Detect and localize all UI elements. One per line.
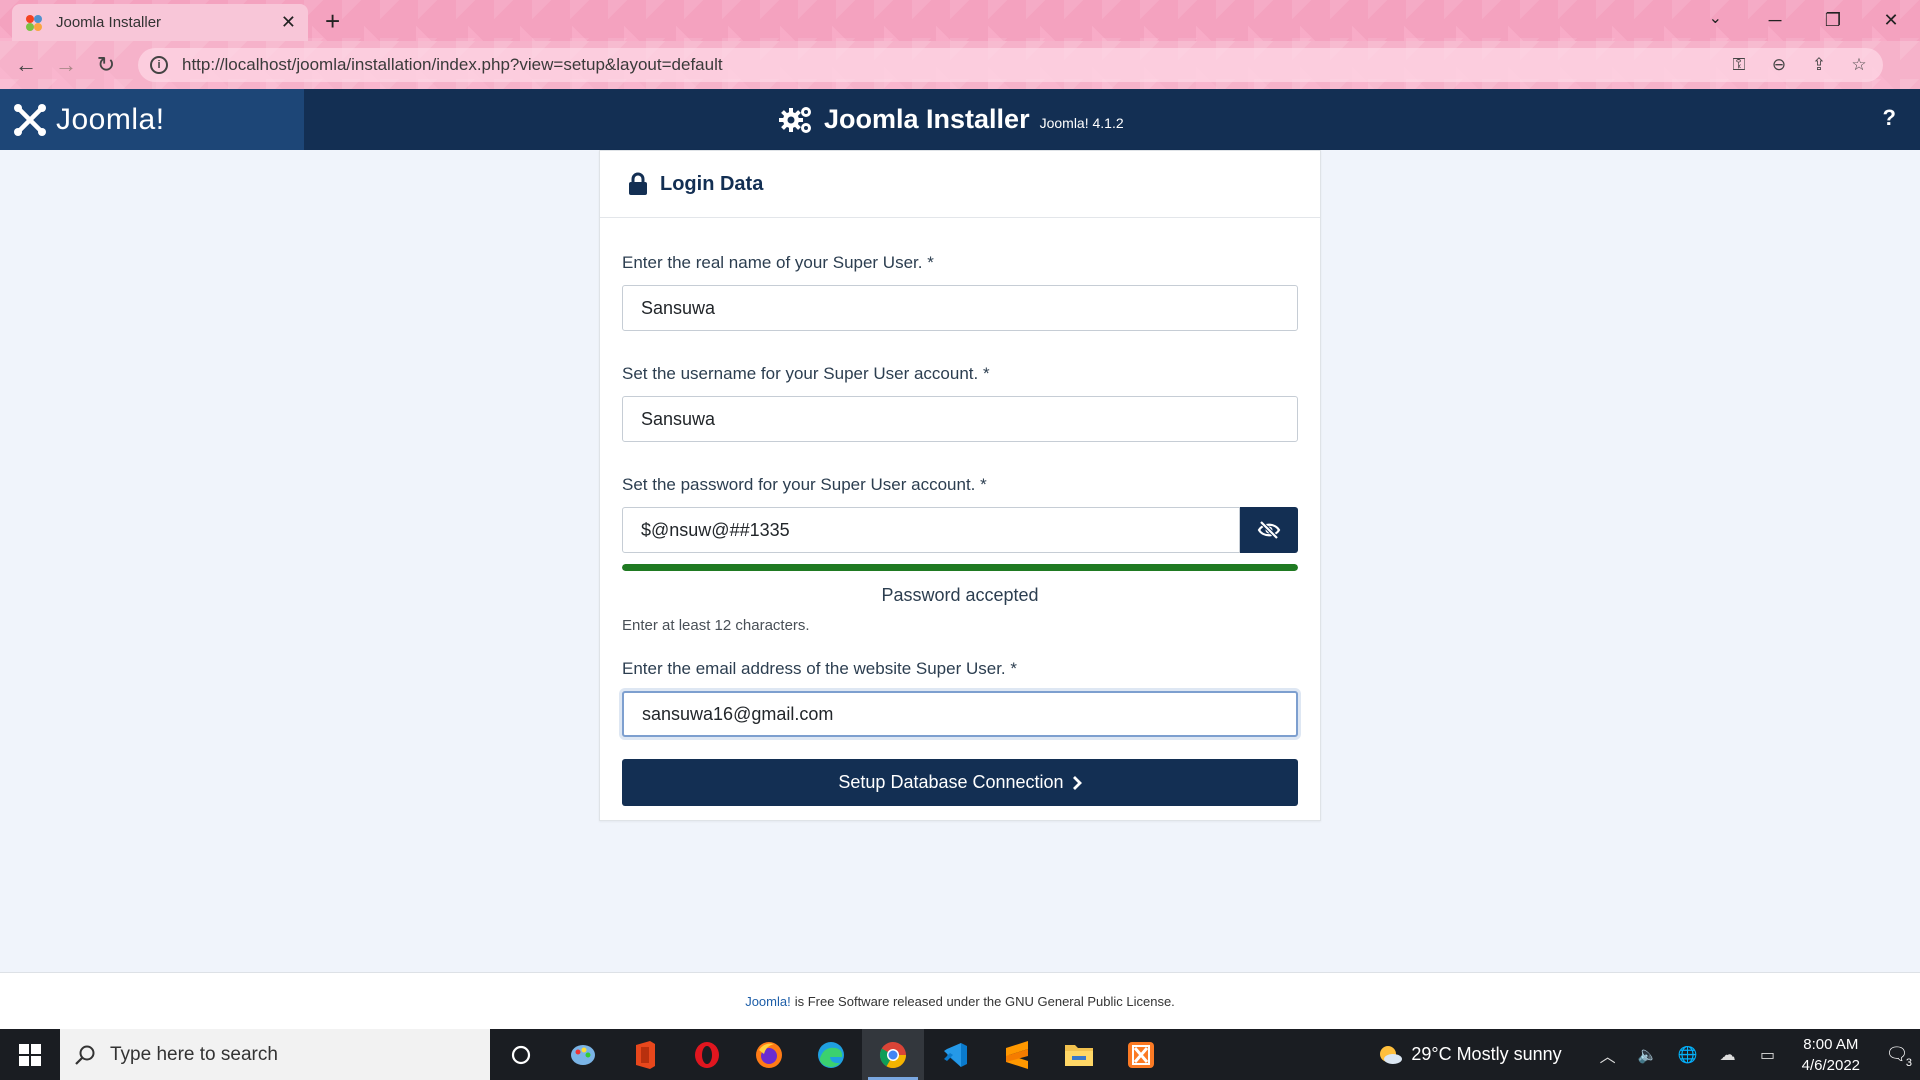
installer-title: Joomla Installer xyxy=(824,104,1030,134)
password-strength-meter xyxy=(622,564,1298,571)
help-button[interactable]: ? xyxy=(1883,105,1896,131)
volume-icon[interactable]: 🔈 xyxy=(1628,1045,1668,1065)
taskbar-apps xyxy=(490,1029,1172,1080)
chrome-browser-icon[interactable] xyxy=(862,1029,924,1080)
email-label: Enter the email address of the website S… xyxy=(622,659,1017,678)
browser-titlebar: Joomla Installer ✕ + ⌄ ─ ❐ ✕ xyxy=(0,0,1920,41)
back-arrow-icon[interactable]: ← xyxy=(6,52,46,78)
opera-browser-icon[interactable] xyxy=(676,1029,738,1080)
password-input[interactable] xyxy=(622,507,1240,553)
login-data-card: Login Data Enter the real name of your S… xyxy=(599,150,1321,821)
password-strength-text: Password accepted xyxy=(881,585,1039,605)
tab-close-icon[interactable]: ✕ xyxy=(281,12,296,33)
joomla-footer-link[interactable]: Joomla! xyxy=(745,994,791,1009)
weather-widget[interactable]: 29°C Mostly sunny xyxy=(1377,1044,1562,1066)
realname-label: Enter the real name of your Super User. … xyxy=(622,253,934,272)
start-button[interactable] xyxy=(0,1029,60,1080)
key-icon[interactable]: ⚿ xyxy=(1721,55,1757,75)
share-icon[interactable]: ⇪ xyxy=(1801,55,1837,75)
forward-arrow-icon[interactable]: → xyxy=(46,52,86,78)
address-bar[interactable]: i http://localhost/joomla/installation/i… xyxy=(138,48,1883,82)
browser-toolbar: ← → ↻ i http://localhost/joomla/installa… xyxy=(0,41,1920,89)
version-label: Joomla! 4.1.2 xyxy=(1039,114,1124,131)
minimize-icon[interactable]: ─ xyxy=(1746,0,1804,40)
notification-count: 3 xyxy=(1905,1057,1912,1069)
password-label: Set the password for your Super User acc… xyxy=(622,475,987,494)
submit-button-label: Setup Database Connection xyxy=(838,772,1064,792)
window-controls: ─ ❐ ✕ xyxy=(1746,0,1920,40)
cogs-icon xyxy=(779,106,811,133)
email-input[interactable] xyxy=(622,691,1298,737)
site-info-icon[interactable]: i xyxy=(150,56,168,74)
installer-title-group: Joomla Installer Joomla! 4.1.2 xyxy=(778,89,1124,150)
password-strength-fill xyxy=(622,564,1298,571)
joomla-logo[interactable]: Joomla! xyxy=(0,89,304,150)
page-footer: Joomla! is Free Software released under … xyxy=(0,972,1920,1029)
paint-app-icon[interactable] xyxy=(552,1029,614,1080)
taskbar-clock[interactable]: 8:00 AM 4/6/2022 xyxy=(1802,1034,1860,1076)
toggle-password-visibility-button[interactable] xyxy=(1240,507,1298,553)
url-text[interactable]: http://localhost/joomla/installation/ind… xyxy=(182,55,723,75)
office-app-icon[interactable] xyxy=(614,1029,676,1080)
onedrive-cloud-icon[interactable]: ☁ xyxy=(1708,1045,1748,1065)
taskbar-search-placeholder: Type here to search xyxy=(110,1043,278,1065)
search-icon xyxy=(75,1045,95,1065)
realname-input[interactable] xyxy=(622,285,1298,331)
joomla-header: Joomla! Joomla Installer Joomla! 4.1.2 ? xyxy=(0,89,1920,150)
windows-logo-icon xyxy=(19,1043,41,1066)
weather-text: 29°C Mostly sunny xyxy=(1411,1044,1562,1064)
chevron-right-icon xyxy=(1072,775,1082,790)
show-hidden-icons-chevron-icon[interactable]: ︿ xyxy=(1588,1043,1628,1067)
joomla-favicon-icon xyxy=(26,14,42,31)
new-tab-button[interactable]: + xyxy=(325,6,340,37)
tab-search-chevron-icon[interactable]: ⌄ xyxy=(1709,8,1722,28)
sun-cloud-icon xyxy=(1380,1045,1403,1064)
clock-time: 8:00 AM xyxy=(1803,1035,1859,1053)
card-header: Login Data xyxy=(600,151,1320,218)
taskbar-search[interactable]: Type here to search xyxy=(60,1029,490,1080)
eye-slash-icon xyxy=(1257,520,1281,540)
notification-center-icon[interactable]: 🗨 3 xyxy=(1874,1044,1920,1069)
clock-date: 4/6/2022 xyxy=(1801,1056,1860,1074)
footer-license-text: is Free Software released under the GNU … xyxy=(794,993,1175,1009)
network-globe-icon[interactable]: 🌐 xyxy=(1668,1045,1708,1065)
reload-icon[interactable]: ↻ xyxy=(86,52,126,78)
close-window-icon[interactable]: ✕ xyxy=(1862,0,1920,40)
xampp-app-icon[interactable] xyxy=(1110,1029,1172,1080)
username-label: Set the username for your Super User acc… xyxy=(622,364,990,383)
username-input[interactable] xyxy=(622,396,1298,442)
address-bar-actions: ⚿ ⊖ ⇪ ☆ xyxy=(1721,48,1883,82)
joomla-logo-text: Joomla! xyxy=(56,102,165,136)
login-form: Enter the real name of your Super User. … xyxy=(600,253,1320,806)
sublime-text-icon[interactable] xyxy=(986,1029,1048,1080)
firefox-browser-icon[interactable] xyxy=(738,1029,800,1080)
edge-browser-icon[interactable] xyxy=(800,1029,862,1080)
bookmark-star-icon[interactable]: ☆ xyxy=(1841,55,1877,75)
password-hint: Enter at least 12 characters. xyxy=(622,617,810,634)
restore-icon[interactable]: ❐ xyxy=(1804,0,1862,40)
system-tray: 29°C Mostly sunny ︿ 🔈 🌐 ☁ ▭ 8:00 AM 4/6/… xyxy=(1377,1029,1920,1080)
card-title: Login Data xyxy=(660,172,764,195)
battery-icon[interactable]: ▭ xyxy=(1748,1045,1788,1065)
lock-icon xyxy=(629,172,647,195)
file-explorer-icon[interactable] xyxy=(1048,1029,1110,1080)
zoom-out-icon[interactable]: ⊖ xyxy=(1761,55,1797,75)
setup-database-connection-button[interactable]: Setup Database Connection xyxy=(622,759,1298,806)
cortana-icon[interactable] xyxy=(490,1029,552,1080)
vscode-app-icon[interactable] xyxy=(924,1029,986,1080)
tab-title: Joomla Installer xyxy=(56,14,162,31)
password-input-group xyxy=(622,507,1298,553)
windows-taskbar: Type here to search 29°C Mostly sunny ︿ … xyxy=(0,1029,1920,1080)
joomla-logo-icon xyxy=(14,103,46,136)
browser-tab[interactable]: Joomla Installer ✕ xyxy=(12,4,308,41)
